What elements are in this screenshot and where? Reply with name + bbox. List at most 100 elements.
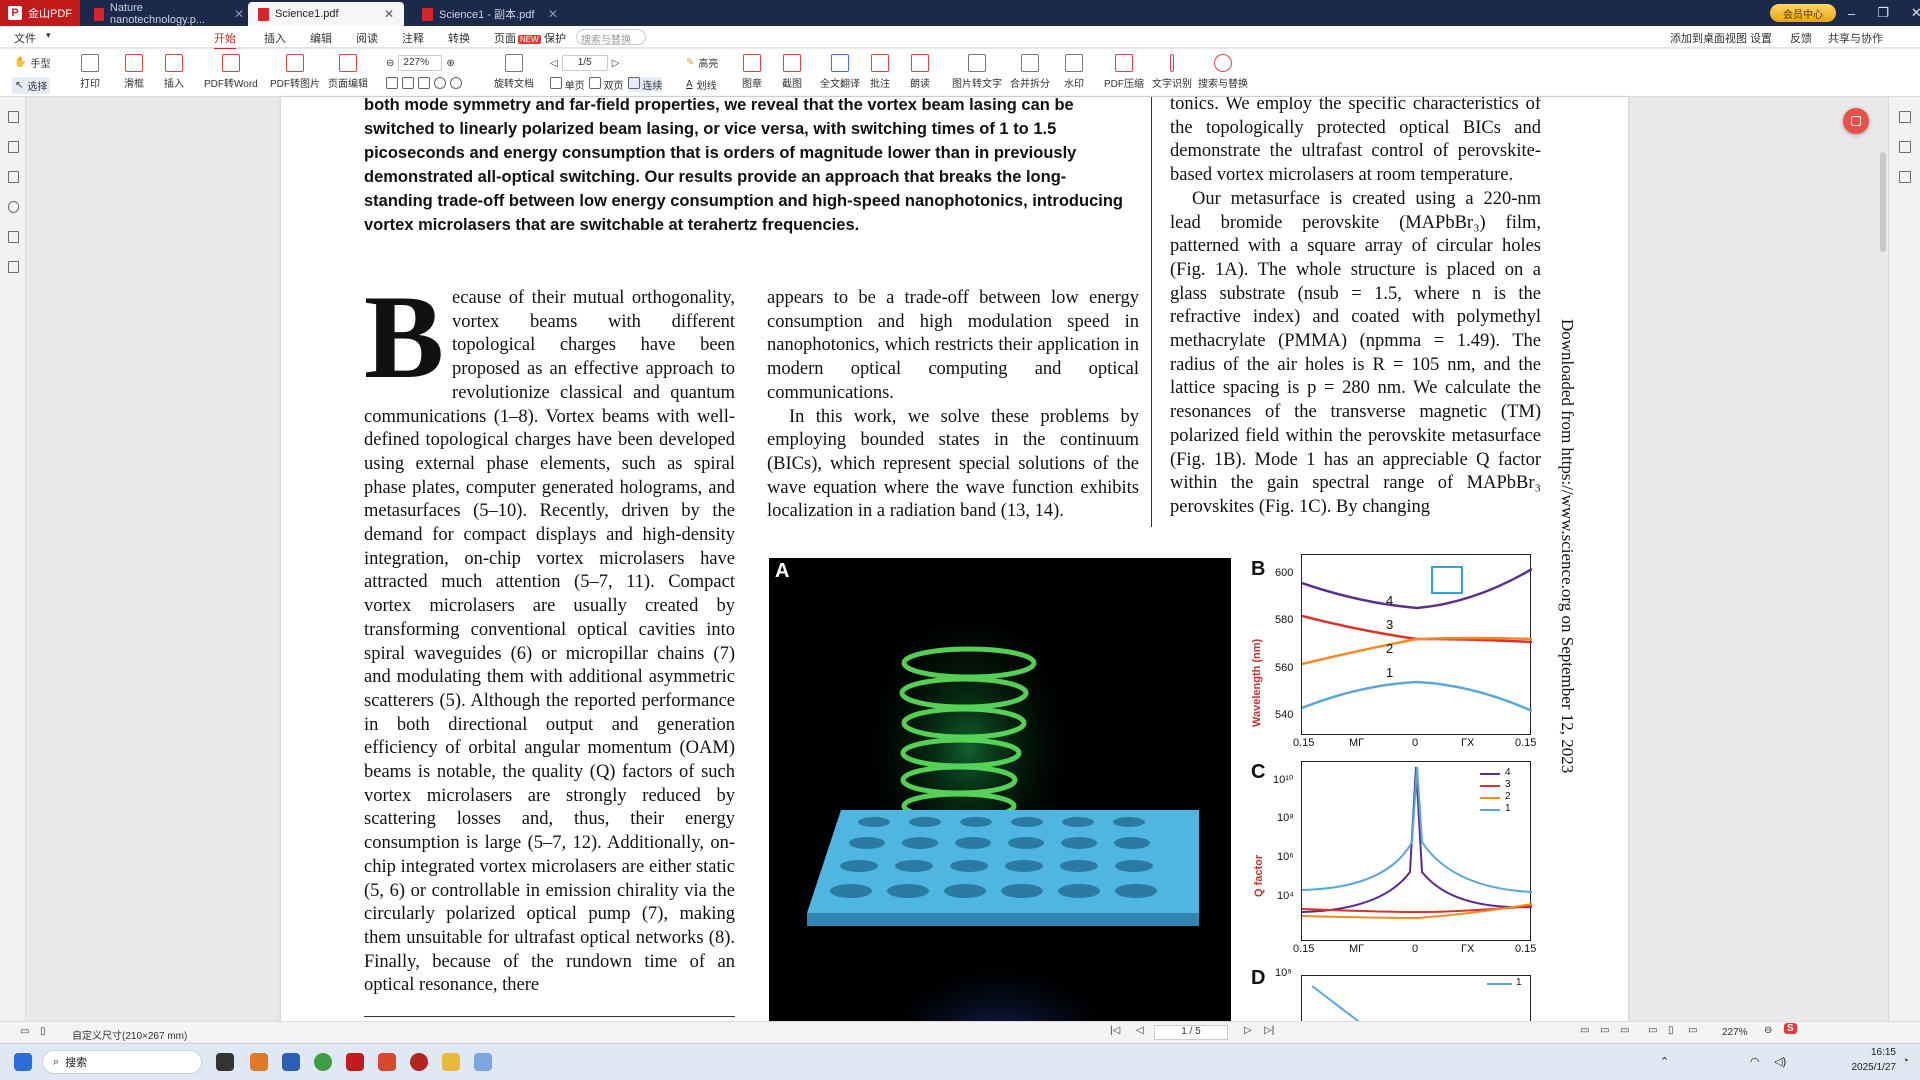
- menu-home[interactable]: 开始: [214, 30, 236, 50]
- page-icon[interactable]: ▯: [40, 1026, 46, 1037]
- search-replace-input[interactable]: 搜索与替换: [576, 29, 646, 46]
- menu-share[interactable]: 共享与协作: [1828, 30, 1883, 46]
- prev-page-icon[interactable]: ◁: [550, 58, 558, 69]
- rotate-right-icon[interactable]: [450, 77, 462, 89]
- comment-button[interactable]: 批注: [870, 54, 890, 90]
- zoom-out-icon[interactable]: ⊖: [386, 58, 394, 69]
- image-to-text-button[interactable]: 图片转文字: [952, 54, 1002, 90]
- word-app-icon[interactable]: [282, 1053, 300, 1071]
- sidebar-toggle-icon[interactable]: ▭: [20, 1026, 29, 1037]
- pdf-to-image-button[interactable]: PDF转图片: [270, 54, 320, 90]
- tab-science1-copy[interactable]: Science1 - 副本.pdf ✕: [412, 2, 568, 26]
- close-window-icon[interactable]: ✕: [1911, 5, 1920, 21]
- rotate-doc-button[interactable]: 旋转文档: [494, 54, 534, 90]
- tab-nature[interactable]: Nature nanotechnology.p... ✕: [84, 2, 254, 26]
- taskbar-search[interactable]: ⌕ 搜索: [42, 1050, 202, 1074]
- app3-icon[interactable]: [474, 1053, 492, 1071]
- next-page-icon[interactable]: ▷: [612, 58, 620, 69]
- chevron-down-icon[interactable]: ▾: [46, 30, 51, 41]
- fit-icon[interactable]: ▭: [1648, 1025, 1657, 1036]
- menu-page[interactable]: 页面 NEW: [494, 30, 541, 46]
- menu-feedback[interactable]: 反馈: [1790, 30, 1812, 46]
- export-icon[interactable]: [1899, 171, 1911, 183]
- highlight-tool[interactable]: ✎ 高亮: [686, 55, 718, 70]
- fit-width-icon[interactable]: [386, 77, 398, 89]
- clock-time[interactable]: 16:15: [1856, 1047, 1896, 1058]
- folder-icon[interactable]: [442, 1053, 460, 1071]
- pdf-to-word-button[interactable]: PDF转Word: [204, 54, 258, 90]
- annotations-icon[interactable]: [8, 171, 19, 183]
- zoom-input[interactable]: 227%: [398, 55, 443, 71]
- close-icon[interactable]: ✕: [234, 7, 244, 21]
- attachment-icon[interactable]: [8, 231, 19, 243]
- menu-insert[interactable]: 插入: [264, 30, 286, 46]
- annotate-button[interactable]: 滑框: [124, 54, 144, 90]
- ime-s-icon[interactable]: S: [1784, 1023, 1797, 1034]
- start-icon[interactable]: [14, 1053, 32, 1071]
- restore-icon[interactable]: ❐: [1877, 5, 1889, 21]
- select-tool[interactable]: ↖ 选择: [12, 77, 51, 94]
- page-edit-button[interactable]: 页面编辑: [328, 54, 368, 90]
- zoom-out-icon[interactable]: ⊖: [1764, 1025, 1772, 1036]
- app2-icon[interactable]: [410, 1053, 428, 1071]
- watermark-button[interactable]: 水印: [1064, 54, 1084, 90]
- properties-icon[interactable]: [1899, 111, 1911, 123]
- minimize-icon[interactable]: –: [1848, 6, 1855, 21]
- menu-read[interactable]: 阅读: [356, 30, 378, 46]
- underline-tool[interactable]: A 划线: [686, 77, 717, 92]
- history-icon[interactable]: [8, 201, 19, 213]
- view-single-icon[interactable]: ▭: [1580, 1025, 1589, 1036]
- chrome-icon[interactable]: [314, 1053, 332, 1071]
- rotate-left-icon[interactable]: [434, 77, 446, 89]
- stamp-button[interactable]: 图章: [742, 54, 762, 90]
- edit-panel-icon[interactable]: [1899, 141, 1911, 153]
- bookmark-icon[interactable]: [8, 111, 19, 123]
- prev-page-icon[interactable]: ◁: [1136, 1025, 1144, 1036]
- menu-convert[interactable]: 转换: [448, 30, 470, 46]
- volume-icon[interactable]: ◁): [1774, 1055, 1786, 1068]
- thumbnails-icon[interactable]: [8, 141, 19, 153]
- double-page-button[interactable]: 双页: [588, 77, 624, 92]
- insert-button[interactable]: 插入: [164, 54, 184, 90]
- hand-tool[interactable]: ✋ 手型: [14, 55, 50, 70]
- notification-icon[interactable]: ◔: [1902, 1055, 1909, 1067]
- menu-file[interactable]: 文件: [14, 30, 36, 46]
- close-icon[interactable]: ✕: [384, 7, 394, 21]
- app-menu-button[interactable]: P 金山PDF: [0, 0, 80, 26]
- vertical-scrollbar[interactable]: [1880, 152, 1886, 252]
- single-page-button[interactable]: 单页: [550, 77, 585, 92]
- clock-date[interactable]: 2025/1/27: [1838, 1062, 1897, 1073]
- pdf-app-icon[interactable]: [346, 1053, 364, 1071]
- read-mode-icon[interactable]: ▭: [1688, 1025, 1697, 1036]
- menu-edit[interactable]: 编辑: [310, 30, 332, 46]
- member-center-button[interactable]: 会员中心: [1770, 4, 1836, 22]
- continuous-button[interactable]: 连续: [627, 77, 663, 92]
- zoom-level[interactable]: 227%: [1722, 1027, 1748, 1038]
- merge-split-button[interactable]: 合并拆分: [1010, 54, 1050, 90]
- page-mode-icon[interactable]: ▯: [1668, 1025, 1674, 1036]
- screenshot-button[interactable]: 截图: [782, 54, 802, 90]
- fit-page-icon[interactable]: [402, 77, 414, 89]
- task-view-icon[interactable]: [216, 1053, 234, 1071]
- close-icon[interactable]: ✕: [548, 7, 558, 21]
- next-page-icon[interactable]: ▷: [1244, 1025, 1252, 1036]
- app-icon[interactable]: [250, 1053, 268, 1071]
- pdf-compress-button[interactable]: PDF压缩: [1104, 54, 1144, 90]
- menu-add-desktop[interactable]: 添加到桌面视图: [1670, 30, 1747, 46]
- menu-annotate[interactable]: 注释: [402, 30, 424, 46]
- menu-settings[interactable]: 设置: [1750, 30, 1772, 46]
- actual-size-icon[interactable]: [418, 77, 430, 89]
- read-aloud-button[interactable]: 朗读: [910, 54, 930, 90]
- zoom-in-icon[interactable]: ⊕: [446, 58, 454, 69]
- first-page-icon[interactable]: |◁: [1110, 1025, 1120, 1036]
- menu-protect[interactable]: 保护: [544, 30, 566, 46]
- print-button[interactable]: 打印: [80, 54, 100, 90]
- signature-icon[interactable]: [8, 261, 19, 273]
- view-double-icon[interactable]: ▭: [1600, 1025, 1609, 1036]
- view-cont-icon[interactable]: ▭: [1620, 1025, 1629, 1036]
- wifi-icon[interactable]: ◠: [1750, 1055, 1760, 1068]
- page-indicator[interactable]: 1 / 5: [1154, 1025, 1228, 1040]
- chevron-up-icon[interactable]: ⌃: [1660, 1055, 1669, 1068]
- last-page-icon[interactable]: ▷|: [1264, 1025, 1274, 1036]
- text-recognition-button[interactable]: 文字识别: [1152, 54, 1192, 90]
